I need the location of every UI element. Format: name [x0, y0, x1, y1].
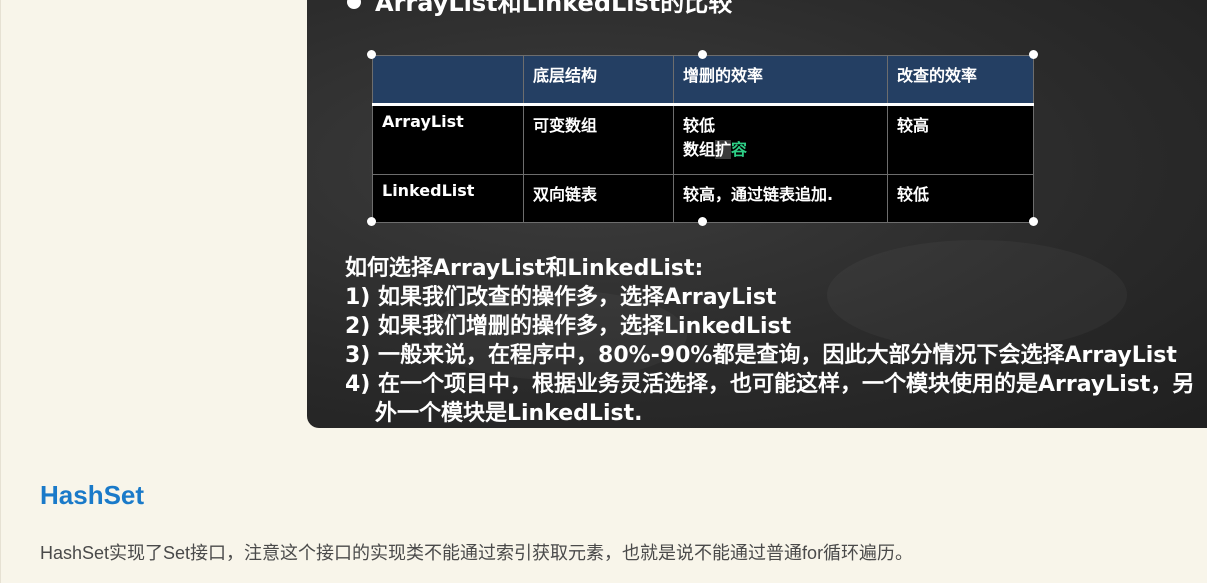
table-cell: 较低 数组扩容 [673, 104, 888, 175]
cell-line: 较低 [683, 116, 716, 135]
table-cell: 较高 [887, 104, 1034, 175]
table-cell: 可变数组 [523, 104, 674, 175]
comparison-table: 底层结构 增删的效率 改查的效率 ArrayList 可变数组 较低 数组扩容 … [372, 55, 1034, 223]
resize-handle[interactable] [1029, 217, 1038, 226]
resize-handle[interactable] [698, 217, 707, 226]
selection-notes: 如何选择ArrayList和LinkedList: 1) 如果我们改查的操作多，… [345, 254, 1194, 428]
resize-handle[interactable] [367, 217, 376, 226]
table-header-row: 底层结构 增删的效率 改查的效率 [372, 55, 1034, 106]
slide-heading: ArrayList和LinkedList的比较 [347, 0, 732, 20]
cell-text: 数组 [683, 140, 716, 159]
table-row: ArrayList 可变数组 较低 数组扩容 较高 [372, 104, 1034, 175]
table-cell: 较低 [887, 174, 1034, 223]
table-header-cell: 底层结构 [523, 55, 674, 106]
table-cell: 双向链表 [523, 174, 674, 223]
table-cell: 较高，通过链表追加. [673, 174, 888, 223]
slide-image: ArrayList和LinkedList的比较 底层结构 增删的效率 改查的效率… [307, 0, 1207, 428]
cell-line: 数组扩容 [683, 136, 878, 160]
text-selection-highlight: 扩 [715, 140, 732, 159]
note-line: 2) 如果我们增删的操作多，选择LinkedList [345, 314, 792, 339]
section-heading: HashSet [40, 480, 145, 510]
table-header-cell: 增删的效率 [673, 55, 888, 106]
table-row: LinkedList 双向链表 较高，通过链表追加. 较低 [372, 174, 1034, 223]
bullet-icon [347, 0, 361, 9]
resize-handle[interactable] [1029, 50, 1038, 59]
cell-text-green: 容 [731, 140, 748, 159]
table-cell: ArrayList [372, 104, 524, 175]
resize-handle[interactable] [698, 50, 707, 59]
section-paragraph: HashSet实现了Set接口，注意这个接口的实现类不能通过索引获取元素，也就是… [40, 543, 914, 563]
table-cell: LinkedList [372, 174, 524, 223]
note-line: 1) 如果我们改查的操作多，选择ArrayList [345, 285, 777, 310]
note-line: 外一个模块是LinkedList. [375, 401, 643, 426]
table-header-cell [372, 55, 524, 106]
note-line: 3) 一般来说，在程序中，80%-90%都是查询，因此大部分情况下会选择Arra… [345, 343, 1177, 368]
resize-handle[interactable] [367, 50, 376, 59]
note-line: 4) 在一个项目中，根据业务灵活选择，也可能这样，一个模块使用的是ArrayLi… [345, 372, 1195, 397]
content-left-border [0, 0, 1, 583]
note-line: 如何选择ArrayList和LinkedList: [345, 256, 704, 281]
table-header-cell: 改查的效率 [887, 55, 1034, 106]
comparison-table-container[interactable]: 底层结构 增删的效率 改查的效率 ArrayList 可变数组 较低 数组扩容 … [367, 50, 1038, 226]
slide-heading-text: ArrayList和LinkedList的比较 [375, 0, 733, 17]
